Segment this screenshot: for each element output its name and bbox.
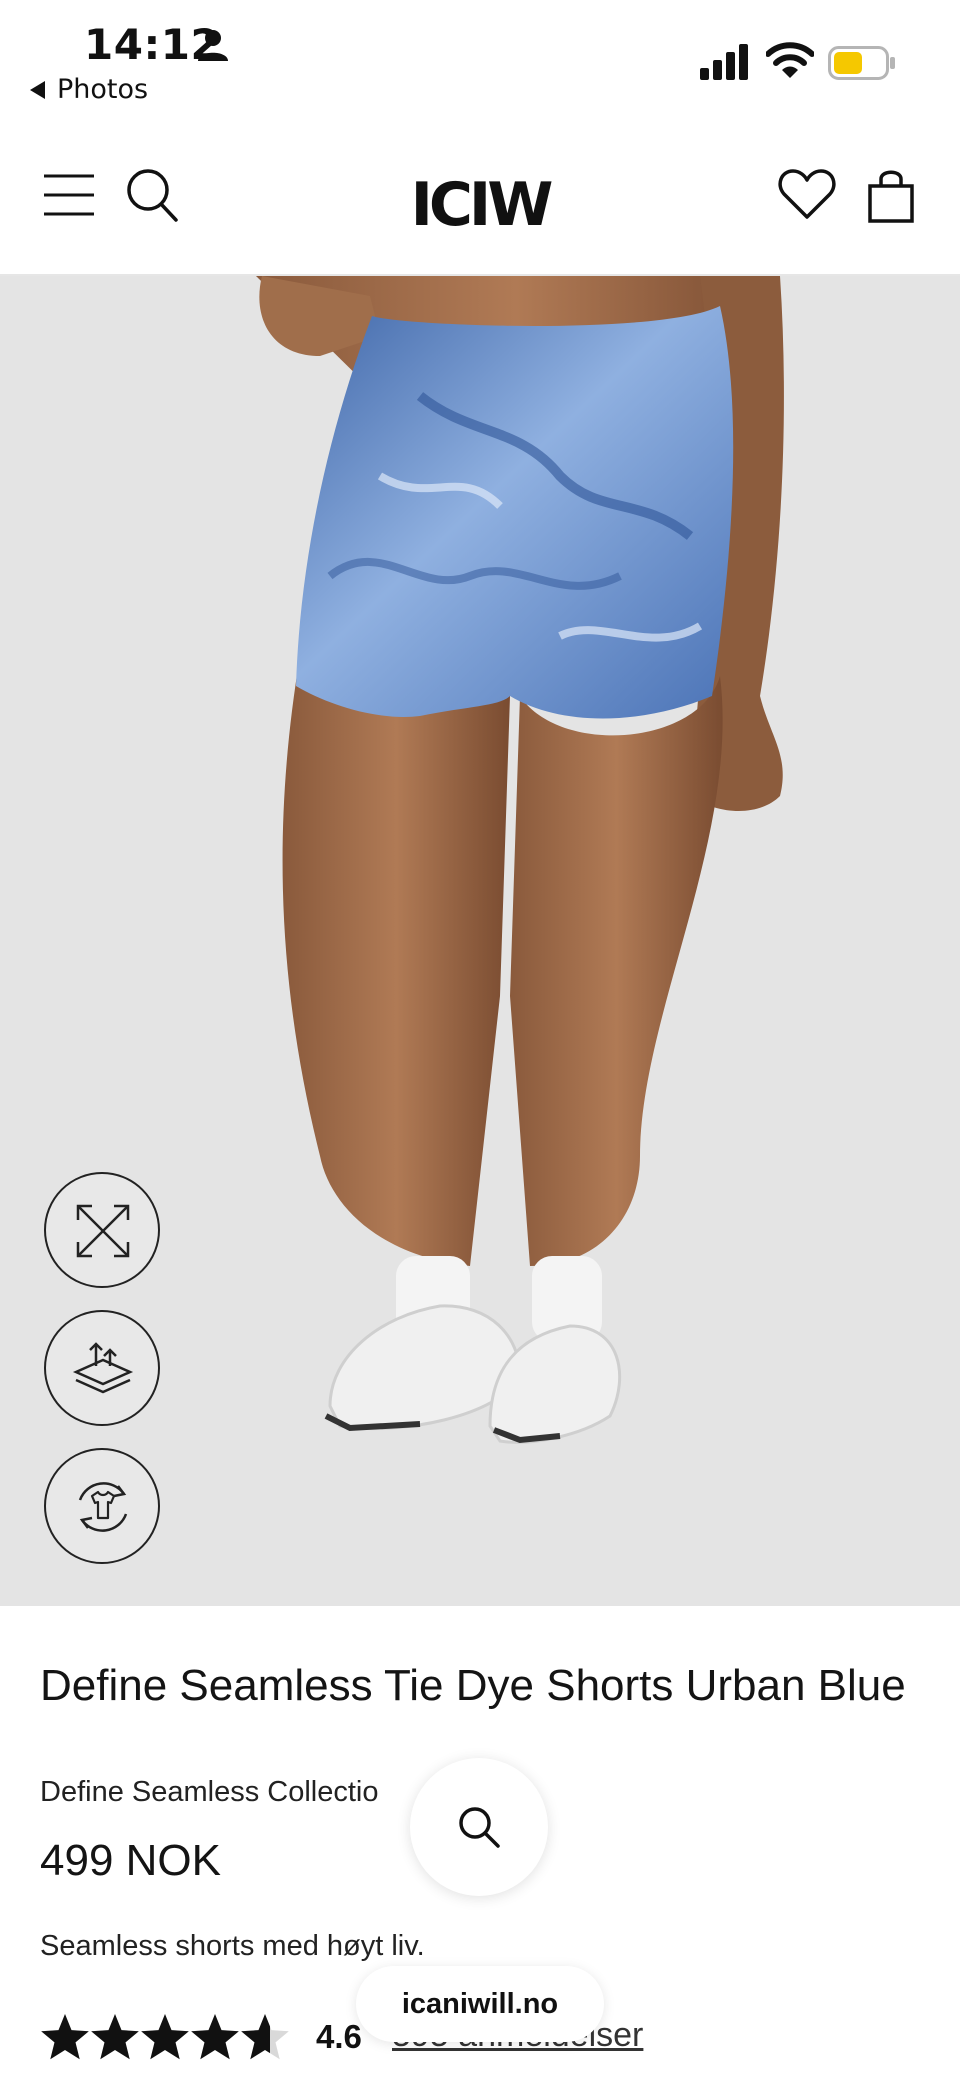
- fabric-details-button[interactable]: [44, 1310, 160, 1426]
- floating-search-button[interactable]: [410, 1758, 548, 1896]
- brand-logo[interactable]: ICIW: [380, 170, 580, 240]
- search-icon[interactable]: [126, 168, 178, 222]
- collection-link[interactable]: Define Seamless Collectio: [40, 1776, 378, 1809]
- product-title: Define Seamless Tie Dye Shorts Urban Blu…: [40, 1661, 906, 1710]
- rotate-view-button[interactable]: [44, 1448, 160, 1564]
- shopping-bag-icon[interactable]: [866, 166, 916, 224]
- browser-url-pill[interactable]: icaniwill.no: [356, 1966, 604, 2042]
- wifi-icon: [766, 42, 814, 78]
- product-image[interactable]: [0, 276, 960, 1606]
- expand-icon: [76, 1204, 130, 1258]
- star-rating: [41, 2014, 289, 2060]
- heart-icon[interactable]: [778, 168, 836, 220]
- hamburger-menu-icon[interactable]: [42, 172, 96, 218]
- back-to-photos-link[interactable]: Photos: [30, 74, 148, 105]
- fabric-layers-icon: [72, 1342, 134, 1394]
- site-header: ICIW: [0, 140, 960, 274]
- star-filled-icon: [141, 2014, 189, 2060]
- search-icon: [459, 1807, 500, 1848]
- star-filled-icon: [91, 2014, 139, 2060]
- star-filled-icon: [191, 2014, 239, 2060]
- rotate-garment-icon: [78, 1482, 128, 1532]
- back-label: Photos: [57, 74, 149, 105]
- status-bar: 14:12 Photos: [0, 0, 960, 120]
- expand-image-button[interactable]: [44, 1172, 160, 1288]
- person-icon: [198, 30, 228, 61]
- cellular-signal-icon: [700, 44, 748, 80]
- star-filled-icon: [41, 2014, 89, 2060]
- rating-value: 4.6: [316, 2018, 362, 2055]
- back-caret-icon: [30, 80, 45, 99]
- product-price: 499 NOK: [40, 1836, 221, 1885]
- battery-icon: [828, 46, 895, 80]
- product-description: Seamless shorts med høyt liv.: [40, 1930, 425, 1962]
